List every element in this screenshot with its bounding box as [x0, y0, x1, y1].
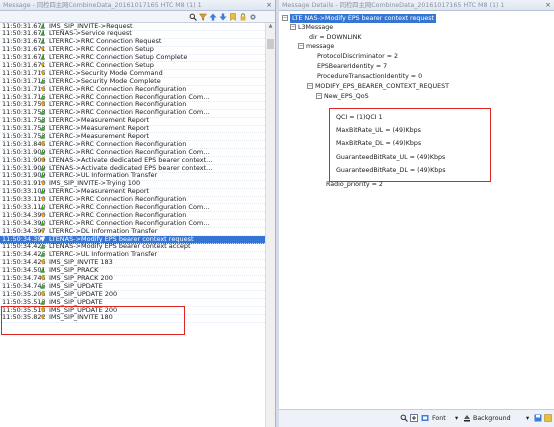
font-icon[interactable]: [421, 414, 429, 426]
collapse-icon[interactable]: −: [316, 93, 322, 99]
tree-node-l3message[interactable]: − L3Message: [290, 23, 333, 32]
collapse-icon[interactable]: −: [282, 15, 288, 21]
highlight-box-messages: [1, 306, 185, 335]
close-icon[interactable]: ×: [545, 0, 551, 10]
font-label[interactable]: Font: [432, 414, 446, 424]
down-icon[interactable]: [218, 12, 227, 21]
message-list-scrollbar[interactable]: ▲: [265, 23, 275, 427]
tree-node-label: New_EPS_QoS: [324, 93, 369, 100]
expand-all-icon[interactable]: [410, 414, 418, 426]
tree-node-new-eps-qos[interactable]: − New_EPS_QoS: [316, 92, 369, 101]
tree-root-node[interactable]: − LTE NAS->Modify EPS bearer context requ…: [282, 14, 436, 23]
tree-node-protocol-discriminator[interactable]: ProtocolDiscriminator = 2: [317, 52, 398, 61]
background-color-icon[interactable]: [463, 414, 471, 426]
message-detail-tree: − LTE NAS->Modify EPS bearer context requ…: [279, 11, 554, 407]
message-panel-title: Message - 同检四主网CombineData_20161017165 H…: [3, 2, 202, 9]
tree-root-label[interactable]: LTE NAS->Modify EPS bearer context reque…: [290, 14, 436, 23]
tree-node-label: L3Message: [298, 24, 334, 31]
up-icon[interactable]: [208, 12, 217, 21]
message-list-panel: Message - 同检四主网CombineData_20161017165 H…: [0, 0, 276, 427]
scroll-up-icon[interactable]: ▲: [266, 23, 275, 31]
details-panel-title: Message Details - 同检四主网CombineData_20161…: [282, 2, 505, 9]
highlight-box-qos: [329, 108, 491, 182]
background-label[interactable]: Background: [473, 414, 511, 424]
tree-node-label: MODIFY_EPS_BEARER_CONTEXT_REQUEST: [315, 83, 449, 90]
collapse-icon[interactable]: −: [290, 24, 296, 30]
bookmark-icon[interactable]: [228, 12, 237, 21]
lock-icon[interactable]: [238, 12, 247, 21]
tree-node-dir[interactable]: dir = DOWNLINK: [309, 33, 362, 42]
tree-node-eps-bearer-identity[interactable]: EPSBearerIdentity = 7: [317, 62, 387, 71]
message-details-panel: Message Details - 同检四主网CombineData_20161…: [279, 0, 554, 427]
tree-node-procedure-transaction-identity[interactable]: ProcedureTransactionIdentity = 0: [317, 72, 422, 81]
details-panel-title-bar: Message Details - 同检四主网CombineData_20161…: [279, 0, 554, 11]
search-icon[interactable]: [400, 414, 408, 426]
tree-node-message[interactable]: − message: [298, 42, 334, 51]
filter-icon[interactable]: [198, 12, 207, 21]
save-icon[interactable]: [534, 414, 542, 426]
collapse-icon[interactable]: −: [298, 43, 304, 49]
tree-node-modify-eps-bearer[interactable]: − MODIFY_EPS_BEARER_CONTEXT_REQUEST: [307, 82, 449, 91]
copy-icon[interactable]: [544, 414, 552, 426]
message-list: 11:50:31.671 ▲ IMS_SIP_INVITE->Request 11:5…: [0, 23, 265, 427]
collapse-icon[interactable]: −: [307, 83, 313, 89]
message-toolbar: [0, 11, 275, 23]
tree-node-label: message: [306, 43, 335, 50]
font-dropdown-chevron-down-icon[interactable]: ▾: [455, 414, 458, 424]
details-bottom-toolbar: Font ▾ Background ▾: [279, 409, 554, 427]
background-dropdown-chevron-down-icon[interactable]: ▾: [526, 414, 529, 424]
close-icon[interactable]: ×: [266, 0, 272, 10]
search-icon[interactable]: [188, 12, 197, 21]
scroll-thumb[interactable]: [267, 39, 274, 49]
message-panel-title-bar: Message - 同检四主网CombineData_20161017165 H…: [0, 0, 275, 11]
settings-icon[interactable]: [248, 12, 257, 21]
